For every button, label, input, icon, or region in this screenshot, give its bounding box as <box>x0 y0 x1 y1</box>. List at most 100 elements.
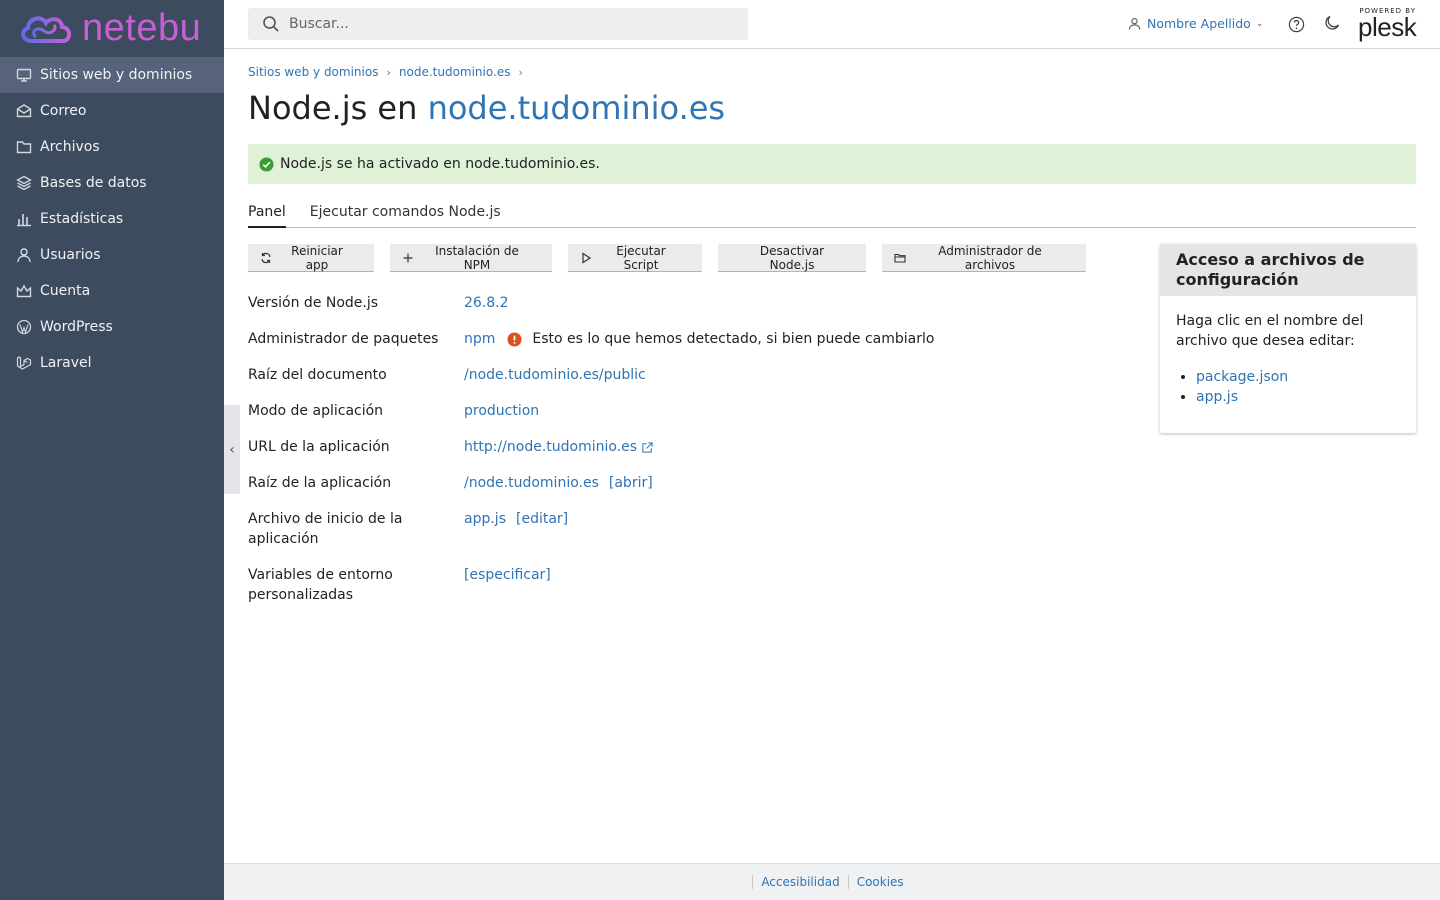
moon-icon[interactable] <box>1324 15 1340 31</box>
breadcrumb: Sitios web y dominios › node.tudominio.e… <box>248 65 531 79</box>
document-root-link[interactable]: /node.tudominio.es/public <box>464 365 646 385</box>
sidebar-item-label: Archivos <box>40 139 100 155</box>
sidebar-nav: Sitios web y dominios Correo Archivos Ba… <box>0 57 224 381</box>
npm-install-label: Instalación de NPM <box>435 243 519 272</box>
prop-label: Versión de Node.js <box>248 295 379 311</box>
file-manager-button[interactable]: Administrador de archivos <box>882 244 1086 272</box>
sidebar-item-laravel[interactable]: Laravel <box>0 345 224 381</box>
plesk-logo[interactable]: POWERED BY plesk <box>1358 7 1417 42</box>
refresh-icon <box>260 252 272 264</box>
play-icon <box>580 251 592 264</box>
run-script-label: Ejecutar Script <box>616 243 666 272</box>
app-mode-link[interactable]: production <box>464 401 539 421</box>
file-manager-label: Administrador de archivos <box>938 243 1042 272</box>
search-icon <box>263 16 279 32</box>
breadcrumb-item-domain[interactable]: node.tudominio.es <box>399 65 511 79</box>
disable-nodejs-button[interactable]: Desactivar Node.js <box>718 244 866 272</box>
cookies-link[interactable]: Cookies <box>847 875 912 889</box>
specify-env-vars-link[interactable]: [especificar] <box>464 565 551 585</box>
chevron-right-icon: › <box>518 65 523 79</box>
sidebar-item-label: Cuenta <box>40 283 91 299</box>
sidebar-item-websites[interactable]: Sitios web y dominios <box>0 57 224 93</box>
wordpress-icon <box>16 319 32 335</box>
config-files-panel: Acceso a archivos de configuración Haga … <box>1160 244 1416 433</box>
sidebar-item-databases[interactable]: Bases de datos <box>0 165 224 201</box>
sidebar-item-label: Laravel <box>40 355 92 371</box>
disable-nodejs-label: Desactivar Node.js <box>759 243 825 272</box>
tab-run-commands[interactable]: Ejecutar comandos Node.js <box>310 204 501 228</box>
prop-app-url: URL de la aplicación http://node.tudomin… <box>248 437 1128 457</box>
prop-nodejs-version: Versión de Node.js 26.8.2 <box>248 293 1128 313</box>
prop-package-manager: Administrador de paquetes npm Esto es lo… <box>248 329 1128 349</box>
config-file-list: package.json app.js <box>1176 367 1400 407</box>
accessibility-link[interactable]: Accesibilidad <box>752 875 847 889</box>
brand-logo[interactable]: netebu <box>0 0 224 57</box>
sidebar-item-files[interactable]: Archivos <box>0 129 224 165</box>
open-app-root-link[interactable]: [abrir] <box>609 473 653 493</box>
folder-open-icon <box>894 252 906 264</box>
nodejs-version-link[interactable]: 26.8.2 <box>464 293 509 313</box>
sidebar-item-mail[interactable]: Correo <box>0 93 224 129</box>
prop-label: Archivo de inicio de la aplicación <box>248 511 403 547</box>
properties-list: Versión de Node.js 26.8.2 Administrador … <box>248 293 1128 621</box>
external-link-icon[interactable] <box>641 441 654 454</box>
run-script-button[interactable]: Ejecutar Script <box>568 244 702 272</box>
tab-bar: Panel Ejecutar comandos Node.js <box>248 204 1416 228</box>
check-circle-icon <box>259 156 274 172</box>
user-name: Nombre Apellido <box>1147 16 1251 31</box>
prop-label: Modo de aplicación <box>248 403 384 419</box>
page-title-prefix: Node.js en <box>248 89 418 127</box>
sidebar-item-label: Estadísticas <box>40 211 124 227</box>
prop-app-root: Raíz de la aplicación /node.tudominio.es… <box>248 473 1128 493</box>
sidebar-collapse-handle[interactable]: ‹ <box>224 405 240 494</box>
toolbar: Reiniciar app Instalación de NPM Ejecuta… <box>248 244 1102 272</box>
breadcrumb-item-websites[interactable]: Sitios web y dominios <box>248 65 378 79</box>
prop-startup-file: Archivo de inicio de la aplicación app.j… <box>248 509 1128 549</box>
sidebar-item-label: Bases de datos <box>40 175 147 191</box>
prop-document-root: Raíz del documento /node.tudominio.es/pu… <box>248 365 1128 385</box>
sidebar: netebu Sitios web y dominios Correo Arch… <box>0 0 224 900</box>
prop-label: Raíz del documento <box>248 367 387 383</box>
config-file-package-json[interactable]: package.json <box>1196 369 1288 385</box>
sidebar-item-label: WordPress <box>40 319 113 335</box>
brand-name: netebu <box>82 7 202 49</box>
app-root-link[interactable]: /node.tudominio.es <box>464 473 599 493</box>
sidebar-item-statistics[interactable]: Estadísticas <box>0 201 224 237</box>
plesk-wordmark: plesk <box>1358 12 1417 42</box>
laravel-icon <box>16 355 32 371</box>
startup-file-link[interactable]: app.js <box>464 509 506 529</box>
restart-app-label: Reiniciar app <box>291 243 343 272</box>
restart-app-button[interactable]: Reiniciar app <box>248 244 374 272</box>
app-url-link[interactable]: http://node.tudominio.es <box>464 437 637 457</box>
alert-message: Node.js se ha activado en node.tudominio… <box>280 156 600 172</box>
user-menu[interactable]: Nombre Apellido ⌄ <box>1128 16 1263 31</box>
prop-env-vars: Variables de entorno personalizadas [esp… <box>248 565 1128 605</box>
config-panel-intro: Haga clic en el nombre del archivo que d… <box>1176 313 1364 349</box>
sidebar-item-wordpress[interactable]: WordPress <box>0 309 224 345</box>
sidebar-item-users[interactable]: Usuarios <box>0 237 224 273</box>
search-input[interactable] <box>289 16 729 32</box>
prop-label: Administrador de paquetes <box>248 331 439 347</box>
chevron-right-icon: › <box>386 65 391 79</box>
chevron-left-icon: ‹ <box>229 441 235 458</box>
list-item: package.json <box>1196 367 1400 387</box>
monitor-icon <box>16 67 32 83</box>
npm-install-button[interactable]: Instalación de NPM <box>390 244 552 272</box>
sidebar-item-account[interactable]: Cuenta <box>0 273 224 309</box>
user-icon <box>16 247 32 263</box>
help-icon[interactable] <box>1288 16 1305 33</box>
sidebar-item-label: Correo <box>40 103 87 119</box>
chevron-down-icon: ⌄ <box>1255 18 1264 29</box>
folder-icon <box>16 139 32 155</box>
edit-startup-file-link[interactable]: [editar] <box>516 509 568 529</box>
search-box[interactable] <box>248 8 748 40</box>
crown-icon <box>16 283 32 299</box>
prop-app-mode: Modo de aplicación production <box>248 401 1128 421</box>
page-title: Node.js en node.tudominio.es <box>248 89 725 127</box>
config-file-app-js[interactable]: app.js <box>1196 389 1238 405</box>
page-title-domain-link[interactable]: node.tudominio.es <box>428 89 726 127</box>
package-manager-link[interactable]: npm <box>464 329 495 349</box>
prop-label: URL de la aplicación <box>248 439 390 455</box>
tab-panel[interactable]: Panel <box>248 204 286 228</box>
prop-label: Raíz de la aplicación <box>248 475 392 491</box>
